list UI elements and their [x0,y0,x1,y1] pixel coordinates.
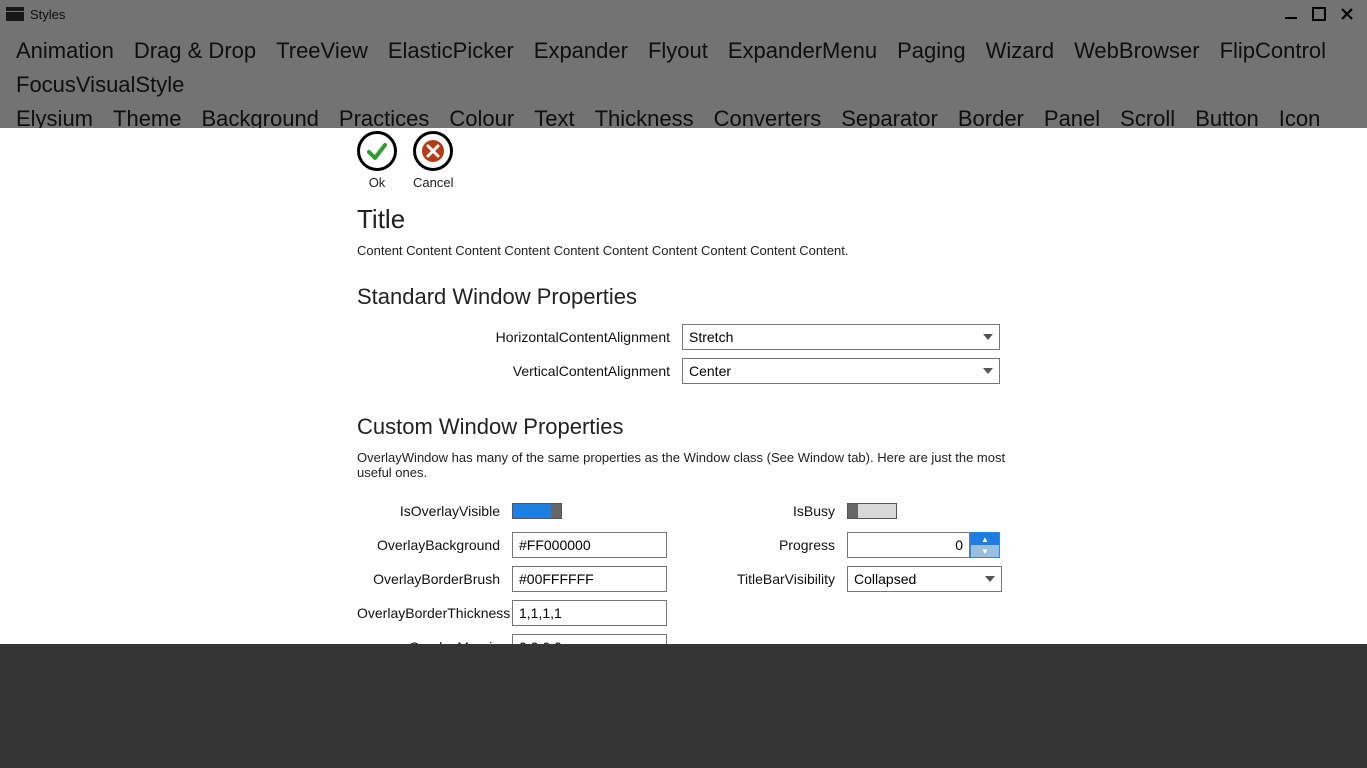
close-button[interactable] [1333,2,1361,26]
ok-label: Ok [369,175,386,190]
vca-label: VerticalContentAlignment [357,363,682,379]
tab-focusvisualstyle[interactable]: FocusVisualStyle [6,68,194,102]
tab-elasticpicker[interactable]: ElasticPicker [378,34,524,68]
overlay-border-brush-input[interactable] [512,566,667,592]
hca-dropdown[interactable]: Stretch [682,324,1000,350]
page-title: Title [357,204,1017,235]
app-icon [6,7,24,21]
overlay-backdrop-bottom [0,644,1367,768]
vca-dropdown[interactable]: Center [682,358,1000,384]
tab-flipcontrol[interactable]: FlipControl [1210,34,1336,68]
progress-input[interactable] [847,532,970,558]
check-icon [357,131,397,171]
overlay-border-thickness-input[interactable] [512,600,667,626]
hca-value: Stretch [689,329,733,345]
ok-button[interactable]: Ok [357,131,397,190]
tab-treeview[interactable]: TreeView [266,34,378,68]
overlay-background-input[interactable] [512,532,667,558]
progress-numeric[interactable]: ▲ ▼ [847,532,1000,558]
section-title-standard: Standard Window Properties [357,284,1017,310]
minimize-button[interactable] [1277,2,1305,26]
page-subtitle: Content Content Content Content Content … [357,243,1017,258]
tab-drag-drop[interactable]: Drag & Drop [124,34,266,68]
hca-label: HorizontalContentAlignment [357,329,682,345]
progress-spinners[interactable]: ▲ ▼ [970,532,1000,558]
tab-expandermenu[interactable]: ExpanderMenu [718,34,887,68]
spinner-up-icon[interactable]: ▲ [971,533,999,545]
title-bar: Styles [0,0,1367,28]
window-title: Styles [30,7,65,22]
tab-wizard[interactable]: Wizard [976,34,1064,68]
overlay-border-thickness-label: OverlayBorderThickness [357,605,512,621]
chevron-down-icon [983,334,993,340]
tab-flyout[interactable]: Flyout [638,34,718,68]
is-busy-label: IsBusy [712,503,847,519]
section-title-custom: Custom Window Properties [357,414,1017,440]
tab-paging[interactable]: Paging [887,34,976,68]
maximize-button[interactable] [1305,2,1333,26]
cancel-button[interactable]: Cancel [413,131,453,190]
progress-label: Progress [712,537,847,553]
dialog-buttons: Ok Cancel [357,128,1017,190]
titlebar-visibility-label: TitleBarVisibility [712,571,847,587]
is-overlay-visible-toggle[interactable] [512,503,562,519]
chevron-down-icon [983,368,993,374]
chevron-down-icon [985,576,995,582]
content-area: Ok Cancel Title Content Content Content … [0,128,1367,644]
overlay-margin-input[interactable] [512,634,667,644]
spinner-down-icon[interactable]: ▼ [971,545,999,557]
titlebar-visibility-dropdown[interactable]: Collapsed [847,566,1002,592]
titlebar-visibility-value: Collapsed [854,571,916,587]
is-busy-toggle[interactable] [847,503,897,519]
overlay-border-brush-label: OverlayBorderBrush [357,571,512,587]
vca-value: Center [689,363,731,379]
custom-desc: OverlayWindow has many of the same prope… [357,450,1017,480]
tab-webbrowser[interactable]: WebBrowser [1064,34,1210,68]
cancel-icon [413,131,453,171]
cancel-label: Cancel [413,175,453,190]
tab-expander[interactable]: Expander [524,34,638,68]
tab-animation[interactable]: Animation [6,34,124,68]
is-overlay-visible-label: IsOverlayVisible [357,503,512,519]
overlay-background-label: OverlayBackground [357,537,512,553]
